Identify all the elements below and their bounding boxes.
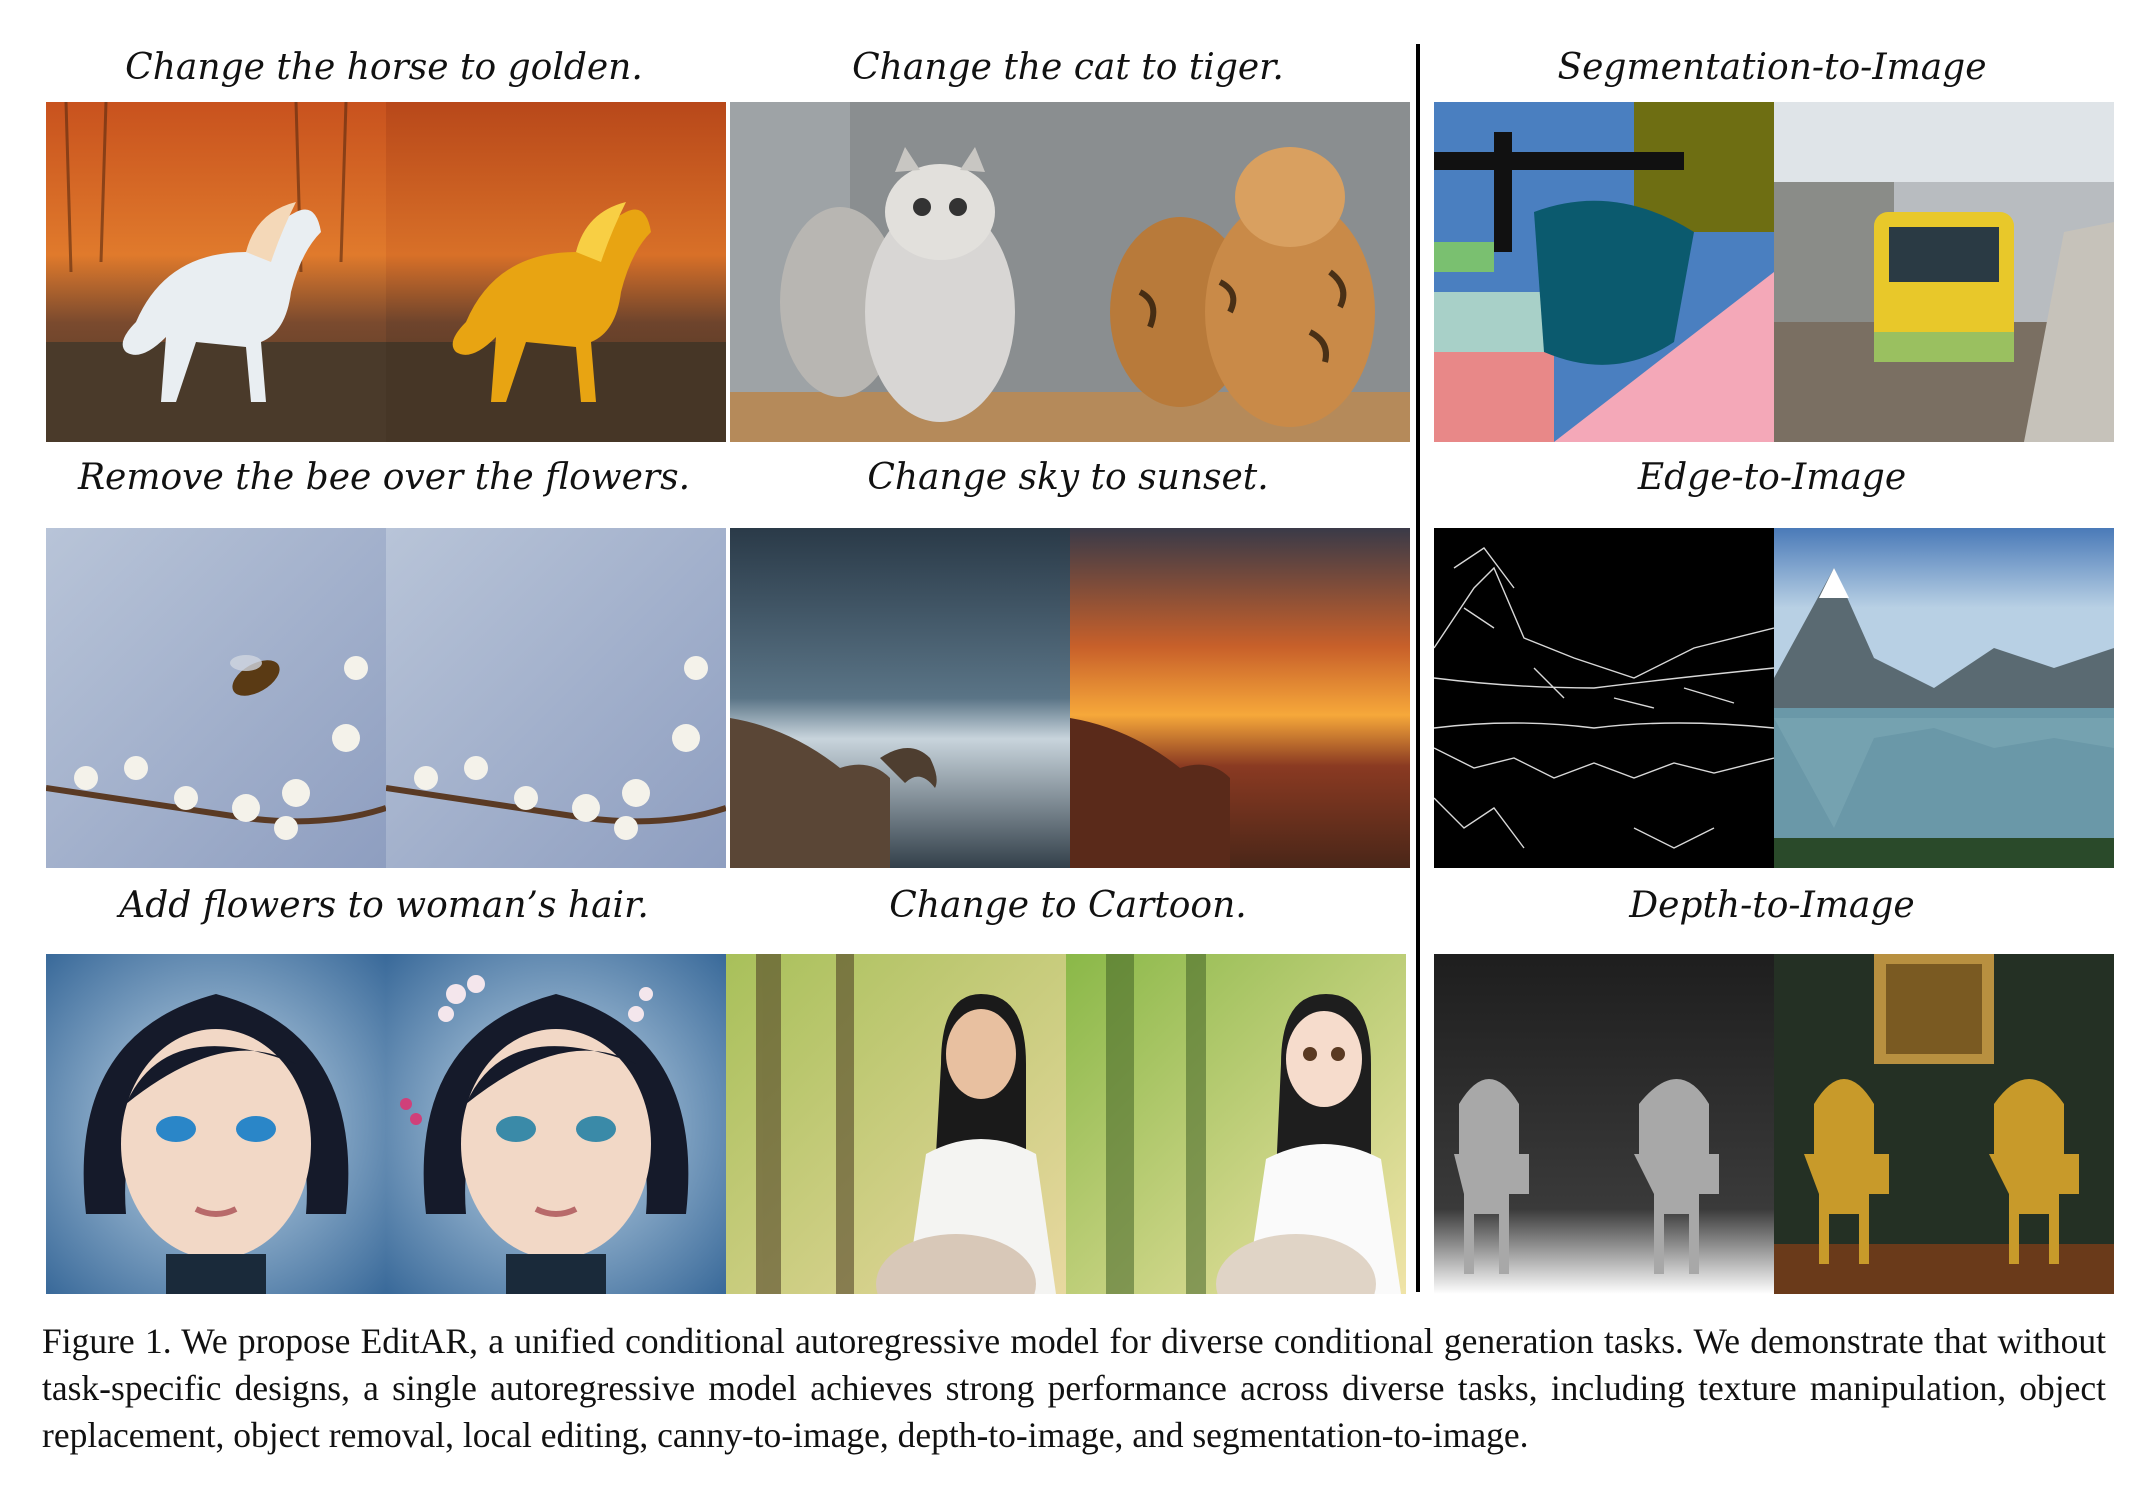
figure: Change the horse to golden. Change the c… [0,0,2146,1320]
train-station-image [1774,102,2114,442]
image-pair-hair [46,954,726,1294]
panel-title-depth: Depth-to-Image [1629,885,1915,926]
panel-title-horse: Change the horse to golden. [125,47,643,88]
cats-image [730,102,1070,442]
golden-chairs-image [1774,954,2114,1294]
image-pair-segmentation [1434,102,2114,442]
image-pair-edge [1434,528,2114,868]
woman-flowers-image [386,954,726,1294]
image-pair-depth [1434,954,2114,1294]
panel-title-cat: Change the cat to tiger. [852,47,1284,88]
image-pair-bee [46,528,726,868]
sunset-coast-image [1070,528,1410,868]
woman-portrait-image [46,954,386,1294]
night-sky-coast-image [730,528,1070,868]
golden-horse-image [386,102,726,442]
image-pair-horse [46,102,726,442]
segmentation-map-image [1434,102,1774,442]
bee-flowers-image [46,528,386,868]
figure-caption: Figure 1. We propose EditAR, a unified c… [42,1321,2106,1455]
image-pair-cartoon [726,954,1406,1294]
panel-title-segmentation: Segmentation-to-Image [1557,47,1987,88]
panel-title-cartoon: Change to Cartoon. [889,885,1247,926]
edge-map-image [1434,528,1774,868]
panel-title-hair: Add flowers to woman’s hair. [119,885,649,926]
image-pair-cat [730,102,1410,442]
image-pair-sky [730,528,1410,868]
woman-cartoon-image [1066,954,1406,1294]
tigers-image [1070,102,1410,442]
depth-map-image [1434,954,1774,1294]
mountain-lake-image [1774,528,2114,868]
panel-title-sky: Change sky to sunset. [867,457,1269,498]
flowers-image [386,528,726,868]
panel-title-edge: Edge-to-Image [1637,457,1907,498]
vertical-divider [1416,44,1420,1292]
woman-photo-image [726,954,1066,1294]
white-horse-image [46,102,386,442]
panel-title-bee: Remove the bee over the flowers. [77,457,691,498]
